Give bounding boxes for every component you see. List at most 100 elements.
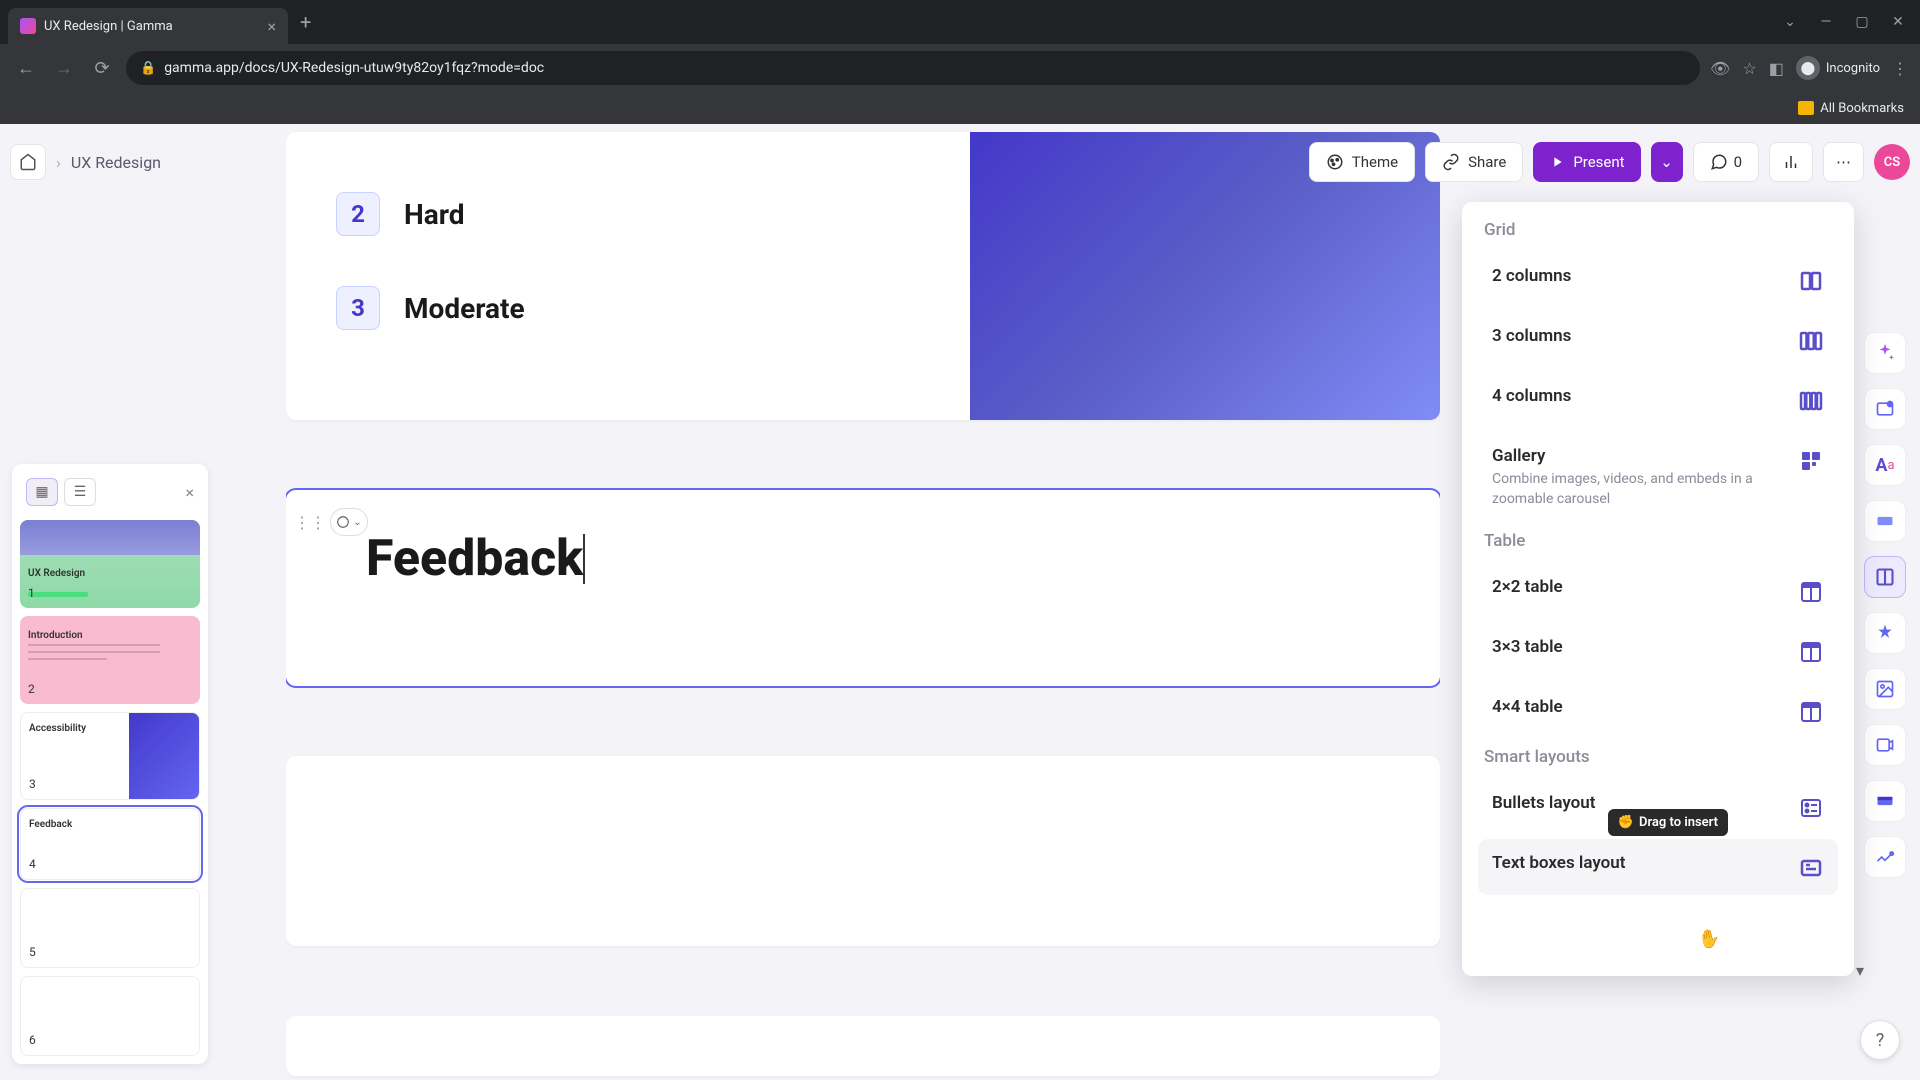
text-boxes-icon xyxy=(1798,855,1824,881)
table-icon xyxy=(1798,699,1824,725)
insert-option-gallery[interactable]: Gallery Combine images, videos, and embe… xyxy=(1478,432,1838,523)
list-number-badge: 2 xyxy=(336,192,380,236)
all-bookmarks-link[interactable]: All Bookmarks xyxy=(1820,101,1904,116)
canvas: 2 Hard 3 Moderate ⋮⋮ ⌄ Feedback xyxy=(286,124,1440,1080)
card-title[interactable]: Feedback xyxy=(366,530,583,588)
text-cursor xyxy=(583,534,585,584)
address-bar: ← → ⟳ 🔒 gamma.app/docs/UX-Redesign-utuw9… xyxy=(0,44,1920,92)
slide-thumbnail[interactable]: Introduction 2 xyxy=(20,616,200,704)
chevron-right-icon: › xyxy=(56,153,61,172)
scroll-down-icon[interactable]: ▾ xyxy=(1856,961,1864,980)
home-button[interactable] xyxy=(10,144,46,180)
table-icon xyxy=(1798,579,1824,605)
bookmarks-bar: All Bookmarks xyxy=(0,92,1920,124)
bullets-icon xyxy=(1798,795,1824,821)
card-style-button[interactable]: ⌄ xyxy=(330,508,368,536)
incognito-icon: ⬤ xyxy=(1796,56,1820,80)
slide-thumbnail[interactable]: 6 xyxy=(20,976,200,1056)
insert-option-text-boxes-layout[interactable]: ✊ Drag to insert Text boxes layout xyxy=(1478,839,1838,895)
theme-button[interactable]: Theme xyxy=(1309,142,1415,182)
section-heading: Grid xyxy=(1478,220,1838,240)
slide-thumbnail[interactable]: Accessibility 3 xyxy=(20,712,200,800)
embed-button[interactable] xyxy=(1864,780,1906,822)
slide-card[interactable] xyxy=(286,1016,1440,1076)
close-tab-icon[interactable]: × xyxy=(267,17,276,36)
slide-thumbnail[interactable]: UX Redesign 1 xyxy=(20,520,200,608)
analytics-button[interactable] xyxy=(1769,142,1813,182)
gallery-icon xyxy=(1798,448,1824,474)
doc-name[interactable]: UX Redesign xyxy=(71,153,161,172)
table-icon xyxy=(1798,639,1824,665)
mouse-cursor: ✋ xyxy=(1696,927,1722,952)
list-item[interactable]: 3 Moderate xyxy=(336,286,920,330)
bookmark-star-icon[interactable]: ☆ xyxy=(1742,59,1756,78)
insert-option-4-columns[interactable]: 4 columns xyxy=(1478,372,1838,428)
url-input[interactable]: 🔒 gamma.app/docs/UX-Redesign-utuw9ty82oy… xyxy=(126,51,1700,85)
eye-off-icon[interactable]: 👁 xyxy=(1710,59,1730,78)
columns-icon xyxy=(1798,388,1824,414)
list-view-toggle[interactable]: ☰ xyxy=(64,478,96,506)
browser-tab[interactable]: UX Redesign | Gamma × xyxy=(8,8,288,44)
list-text: Moderate xyxy=(404,292,525,325)
new-tab-button[interactable]: + xyxy=(300,10,311,34)
list-number-badge: 3 xyxy=(336,286,380,330)
url-text: gamma.app/docs/UX-Redesign-utuw9ty82oy1f… xyxy=(164,60,544,76)
maximize-icon[interactable]: ▢ xyxy=(1848,8,1876,36)
breadcrumb: › UX Redesign xyxy=(10,144,161,180)
list-text: Hard xyxy=(404,198,465,231)
image-button[interactable] xyxy=(1864,668,1906,710)
right-rail: Aa xyxy=(1864,332,1910,878)
video-button[interactable] xyxy=(1864,724,1906,766)
forward-button[interactable]: → xyxy=(50,54,78,82)
insert-panel: Grid 2 columns 3 columns 4 columns Galle… xyxy=(1462,202,1854,976)
present-dropdown[interactable]: ⌄ xyxy=(1651,142,1683,182)
gamma-favicon xyxy=(20,18,36,34)
browser-dropdown-icon[interactable]: ⌄ xyxy=(1776,8,1804,36)
card-templates-button[interactable] xyxy=(1864,388,1906,430)
insert-option-2-columns[interactable]: 2 columns xyxy=(1478,252,1838,308)
drag-handle-icon[interactable]: ⋮⋮ xyxy=(298,508,322,536)
slides-panel: ▦ ☰ × UX Redesign 1 Introduction 2 Acces… xyxy=(12,464,208,1064)
grab-icon: ✊ xyxy=(1618,815,1634,830)
tab-title: UX Redesign | Gamma xyxy=(44,19,259,34)
close-window-icon[interactable]: ✕ xyxy=(1884,8,1912,36)
callout-button[interactable] xyxy=(1864,500,1906,542)
lock-icon: 🔒 xyxy=(140,61,156,76)
layout-button[interactable] xyxy=(1864,556,1906,598)
columns-icon xyxy=(1798,328,1824,354)
avatar[interactable]: CS xyxy=(1874,144,1910,180)
slide-thumbnail[interactable]: Feedback 4 xyxy=(20,808,200,880)
present-button[interactable]: Present xyxy=(1533,142,1640,182)
insert-option-3x3-table[interactable]: 3×3 table xyxy=(1478,623,1838,679)
incognito-badge: ⬤ Incognito xyxy=(1796,56,1880,80)
section-heading: Smart layouts xyxy=(1478,747,1838,767)
grid-view-toggle[interactable]: ▦ xyxy=(26,478,58,506)
app-viewport: › UX Redesign Theme Share Present ⌄ 0 xyxy=(0,124,1920,1080)
reload-button[interactable]: ⟳ xyxy=(88,54,116,82)
section-heading: Table xyxy=(1478,531,1838,551)
more-menu-button[interactable]: ⋯ xyxy=(1823,142,1864,182)
browser-tab-strip: UX Redesign | Gamma × + ⌄ — ▢ ✕ xyxy=(0,0,1920,44)
browser-menu-icon[interactable]: ⋮ xyxy=(1892,59,1908,78)
insert-option-2x2-table[interactable]: 2×2 table xyxy=(1478,563,1838,619)
side-panel-icon[interactable]: ◧ xyxy=(1769,59,1784,78)
back-button[interactable]: ← xyxy=(12,54,40,82)
ai-sparkle-button[interactable] xyxy=(1864,332,1906,374)
list-item[interactable]: 2 Hard xyxy=(336,192,920,236)
columns-icon xyxy=(1798,268,1824,294)
form-button[interactable] xyxy=(1864,836,1906,878)
help-button[interactable]: ? xyxy=(1860,1020,1900,1060)
visual-button[interactable] xyxy=(1864,612,1906,654)
drag-tooltip: ✊ Drag to insert xyxy=(1608,809,1728,836)
slide-thumbnail[interactable]: 5 xyxy=(20,888,200,968)
minimize-icon[interactable]: — xyxy=(1812,8,1840,36)
share-button[interactable]: Share xyxy=(1425,142,1523,182)
close-panel-icon[interactable]: × xyxy=(185,483,194,502)
comments-button[interactable]: 0 xyxy=(1693,142,1759,182)
bookmark-folder-icon xyxy=(1798,101,1814,115)
slide-card[interactable] xyxy=(286,756,1440,946)
insert-option-4x4-table[interactable]: 4×4 table xyxy=(1478,683,1838,739)
slide-card-active[interactable]: ⋮⋮ ⌄ Feedback xyxy=(286,490,1440,686)
text-format-button[interactable]: Aa xyxy=(1864,444,1906,486)
insert-option-3-columns[interactable]: 3 columns xyxy=(1478,312,1838,368)
